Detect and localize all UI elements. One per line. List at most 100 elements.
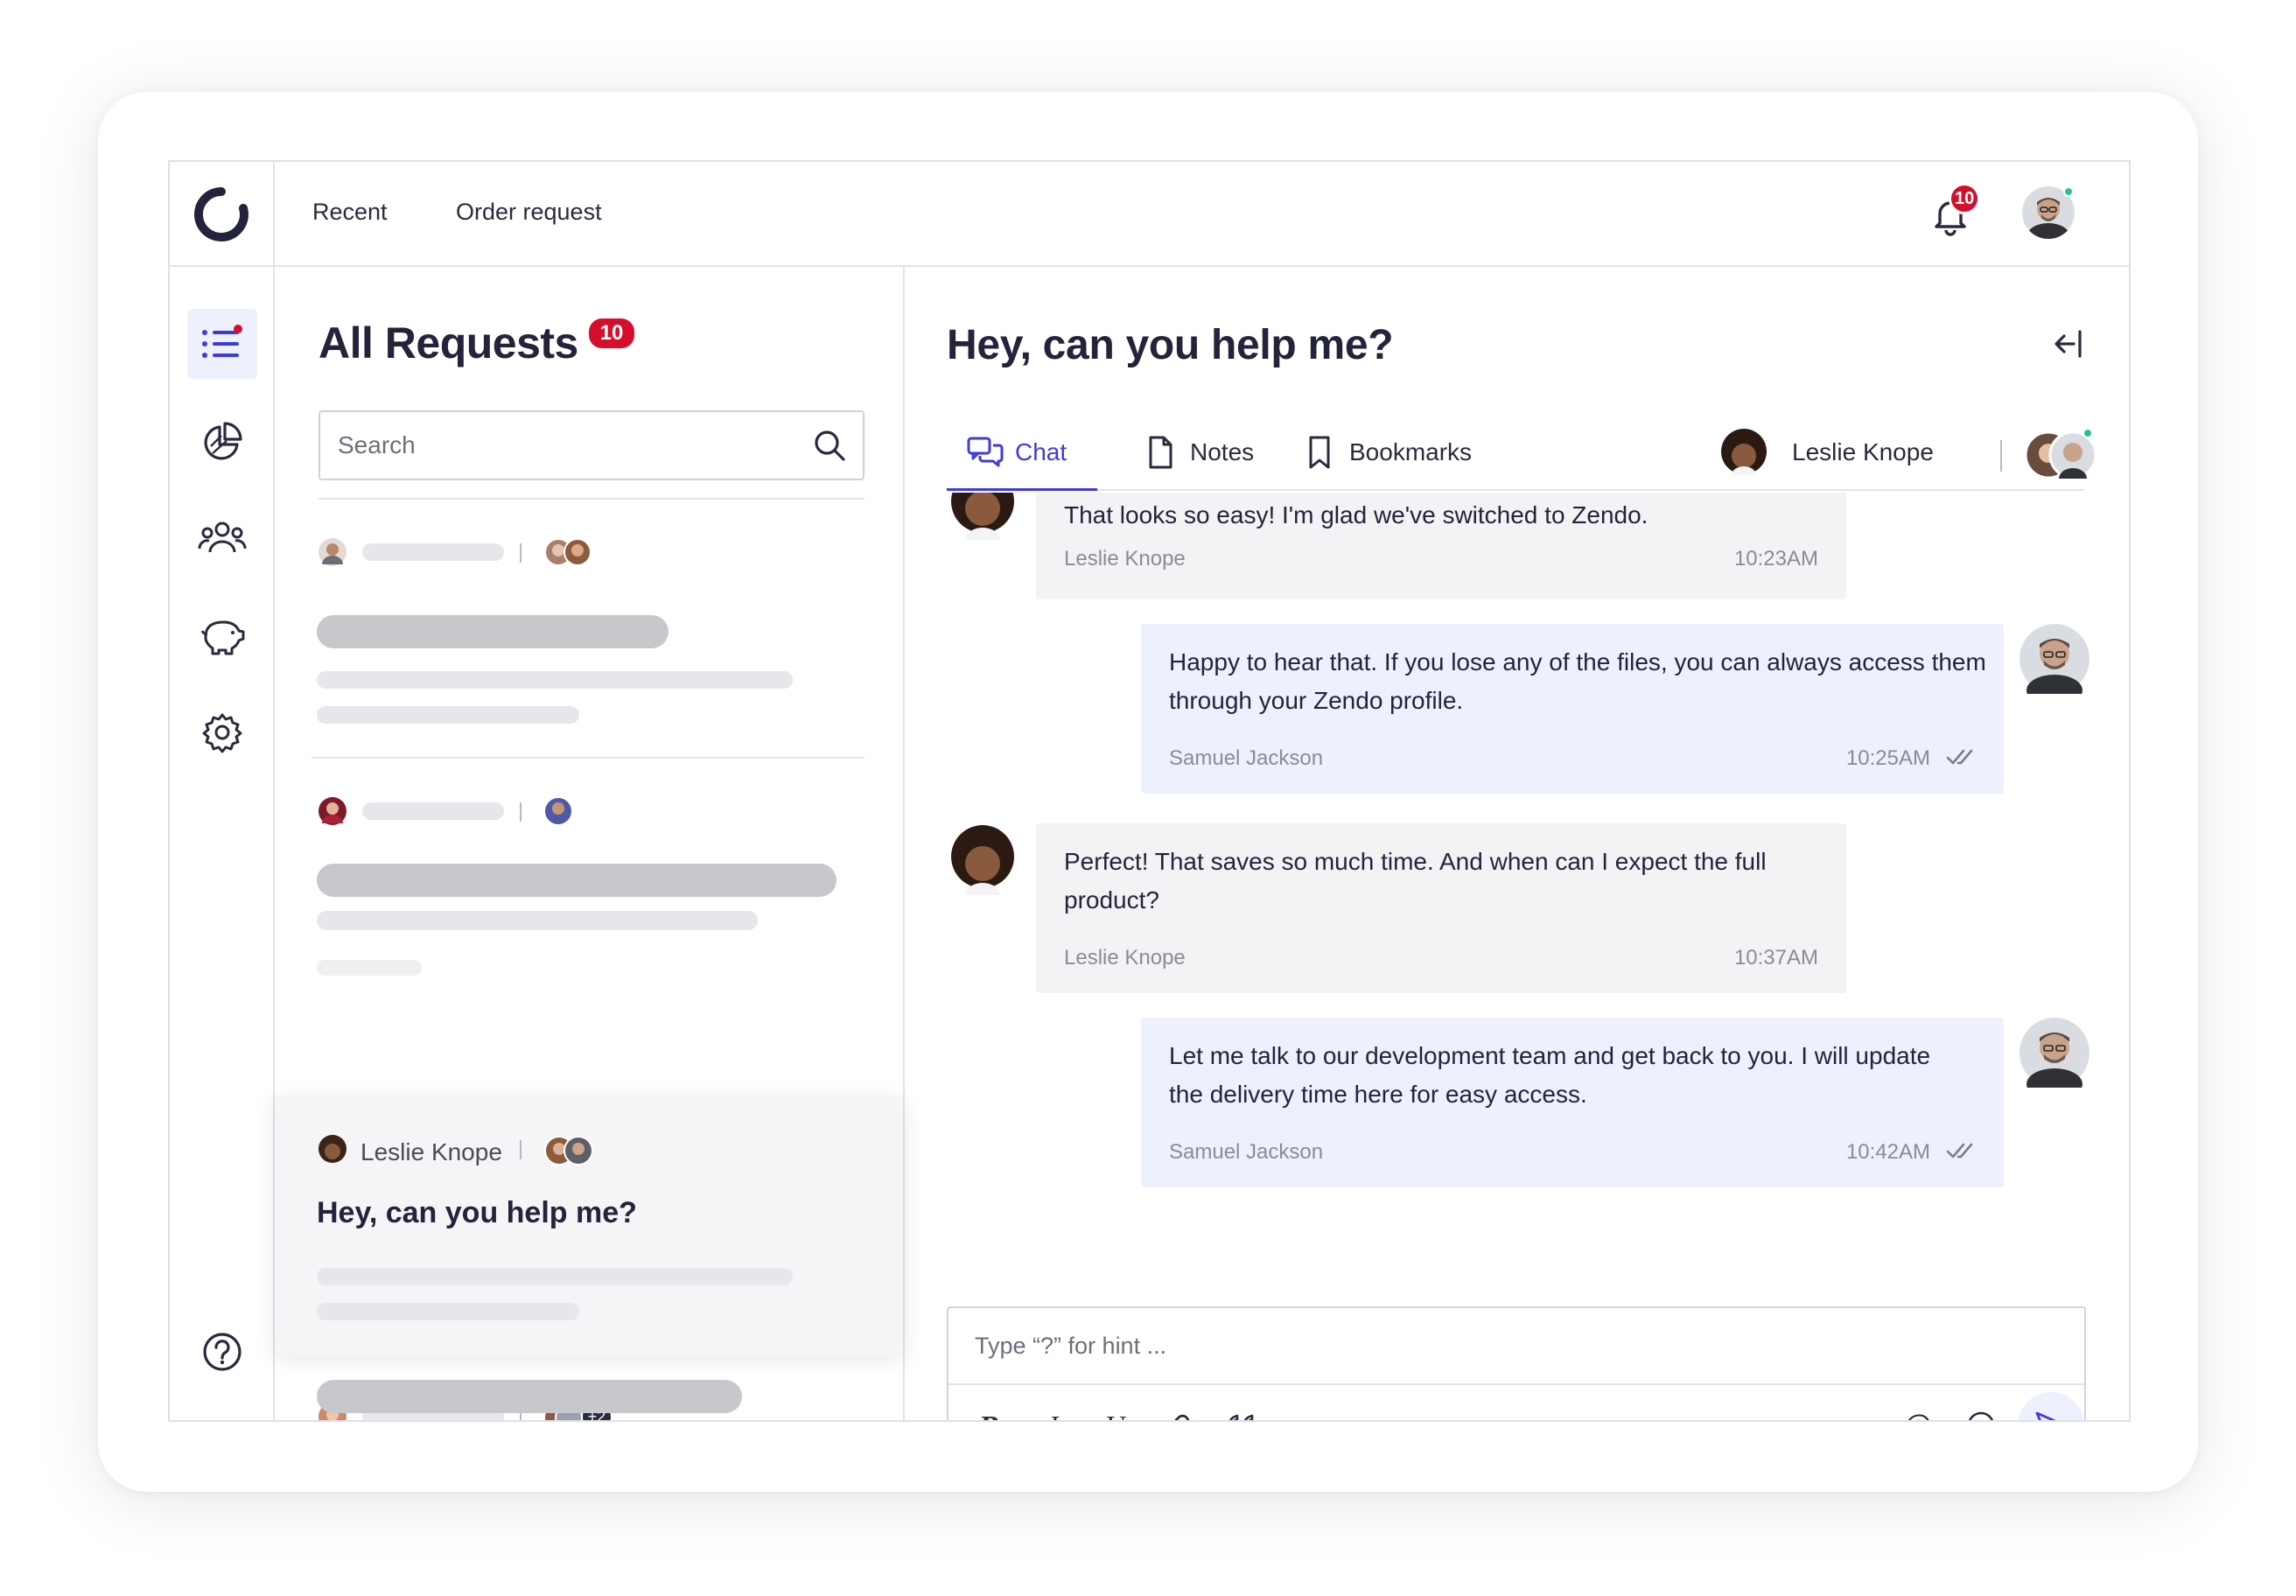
sidebar-item-requests[interactable] <box>187 309 257 379</box>
quote-icon[interactable] <box>1223 1406 1262 1420</box>
search-box <box>318 410 864 480</box>
requests-count-badge: 10 <box>586 316 637 351</box>
message-list: That looks so easy! I'm glad we've switc… <box>905 493 2129 1215</box>
avatar <box>951 825 1014 895</box>
active-tab-indicator <box>947 488 1097 491</box>
pie-chart-icon <box>204 422 242 460</box>
notification-badge: 10 <box>1949 183 1981 214</box>
avatar <box>318 1135 346 1163</box>
italic-icon[interactable]: I <box>1034 1406 1073 1421</box>
list-item-selected[interactable]: Leslie Knope Hey, can you help me? <box>275 1096 903 1355</box>
tab-chat-label: Chat <box>1015 438 1068 466</box>
placeholder-line <box>317 1268 793 1285</box>
assignee-avatar <box>1721 429 1767 475</box>
mention-icon[interactable]: @ <box>1899 1406 1937 1421</box>
search-input[interactable] <box>338 412 793 479</box>
message-composer: B I U @ <box>947 1306 2086 1421</box>
message-bubble: Happy to hear that. If you lose any of t… <box>1141 624 2004 794</box>
message-author: Leslie Knope <box>1064 946 1186 970</box>
online-status-dot <box>2082 428 2093 438</box>
participant-avatars <box>544 538 592 566</box>
message-text: Let me talk to our development team and … <box>1169 1042 1931 1108</box>
avatar <box>951 493 1014 540</box>
avatar <box>318 538 346 566</box>
search-icon[interactable] <box>812 428 847 463</box>
message-bubble: Let me talk to our development team and … <box>1141 1018 2004 1187</box>
requests-panel: All Requests 10 Search Leslie Knope Hey,… <box>275 267 905 1420</box>
placeholder-line <box>317 706 579 724</box>
message-text: Perfect! That saves so much time. And wh… <box>1064 848 1767 914</box>
message-bubble: That looks so easy! I'm glad we've switc… <box>1036 493 1846 599</box>
tab-notes[interactable]: Notes <box>1141 416 1254 489</box>
send-icon <box>2035 1411 2056 1420</box>
logo-icon <box>193 187 248 242</box>
avatar <box>318 797 346 825</box>
nav-recent[interactable]: Recent <box>312 199 388 226</box>
separator <box>520 543 522 563</box>
read-receipt-icon <box>1946 1143 1973 1158</box>
message-time: 10:37AM <box>1733 946 1818 970</box>
bold-icon[interactable]: B <box>971 1406 1010 1421</box>
sidebar-item-team[interactable] <box>187 503 257 573</box>
quote-icon-glyph <box>1228 1414 1254 1420</box>
message-time: 10:42AM <box>1845 1140 1930 1164</box>
top-bar: Recent Order request 10 <box>170 162 2129 267</box>
link-icon-glyph <box>1174 1414 1190 1420</box>
request-author: Leslie Knope <box>360 1138 502 1166</box>
tab-notes-label: Notes <box>1190 438 1255 466</box>
chat-title: Hey, can you help me? <box>947 322 1394 368</box>
emoji-icon-glyph <box>1968 1411 1994 1420</box>
logo[interactable] <box>170 162 275 267</box>
message-text: That looks so easy! I'm glad we've switc… <box>1064 501 1648 528</box>
tab-chat[interactable]: Chat <box>966 416 1067 489</box>
bookmark-icon <box>1309 436 1330 469</box>
users-icon <box>198 522 247 553</box>
emoji-icon[interactable] <box>1962 1406 2000 1420</box>
separator <box>520 802 522 822</box>
placeholder-line <box>317 960 422 976</box>
avatar <box>2020 624 2090 694</box>
message-author: Samuel Jackson <box>1169 1140 1324 1164</box>
placeholder-line <box>362 543 504 561</box>
sidebar-item-analytics[interactable] <box>187 407 257 477</box>
message-time: 10:23AM <box>1733 547 1818 570</box>
placeholder-line <box>362 802 504 820</box>
message-time: 10:25AM <box>1845 746 1930 770</box>
separator <box>2000 440 2002 472</box>
chat-tabs: Chat Notes Bookmarks Leslie Knope <box>947 416 2097 491</box>
tab-bookmarks[interactable]: Bookmarks <box>1300 416 1472 489</box>
participant-avatars <box>544 1136 593 1166</box>
composer-input-area <box>948 1308 2084 1385</box>
gear-icon <box>202 713 242 753</box>
tab-bookmarks-label: Bookmarks <box>1349 438 1473 466</box>
participant-avatars <box>545 798 571 824</box>
placeholder-title <box>317 864 836 897</box>
sidebar-item-settings[interactable] <box>187 697 257 767</box>
divider <box>312 757 864 759</box>
underline-icon[interactable]: U <box>1097 1406 1136 1421</box>
placeholder-line <box>317 911 758 930</box>
app-window: Recent Order request 10 All Requests 10 … <box>168 160 2131 1422</box>
separator <box>520 1140 522 1159</box>
help-icon <box>203 1333 242 1371</box>
chat-icon <box>967 437 1004 467</box>
message-author: Leslie Knope <box>1064 547 1186 570</box>
request-title: Hey, can you help me? <box>317 1196 637 1229</box>
help-button[interactable] <box>187 1317 257 1387</box>
link-icon[interactable] <box>1160 1406 1199 1420</box>
piggy-bank-icon <box>200 620 245 655</box>
document-icon <box>1149 436 1172 469</box>
send-button[interactable] <box>2018 1392 2084 1420</box>
sidebar-item-finance[interactable] <box>187 601 257 671</box>
chat-panel: Hey, can you help me? Chat Notes Bookmar… <box>905 267 2129 1420</box>
read-receipt-icon <box>1946 749 1973 765</box>
collapse-panel-icon[interactable] <box>2050 326 2085 361</box>
assignee-name: Leslie Knope <box>1792 438 1934 466</box>
placeholder-title <box>317 615 668 648</box>
sidebar <box>170 267 275 1420</box>
message-input[interactable] <box>975 1308 2025 1383</box>
list-icon <box>202 325 242 358</box>
notifications-button[interactable]: 10 <box>1924 183 1981 241</box>
placeholder-title <box>317 1380 742 1413</box>
nav-order-request[interactable]: Order request <box>456 199 602 226</box>
